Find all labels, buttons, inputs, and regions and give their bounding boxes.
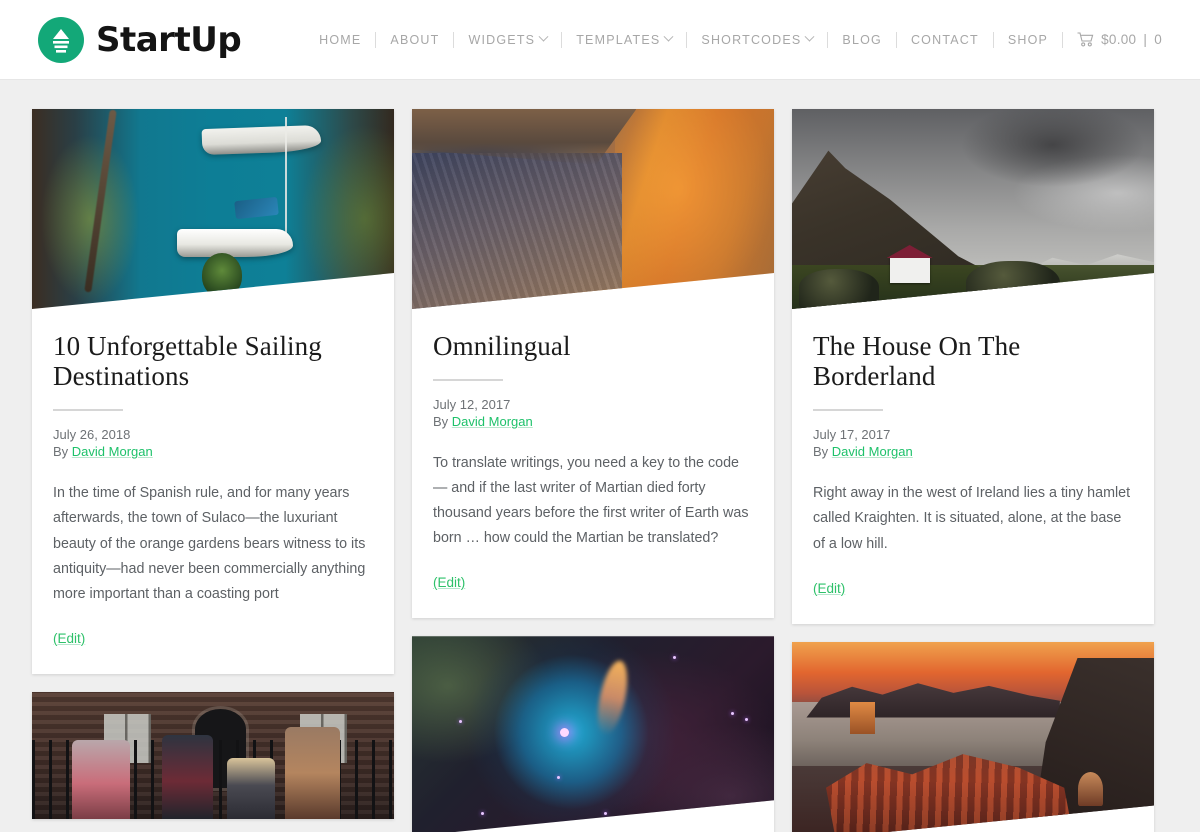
post-thumbnail-nebula[interactable] <box>412 636 774 832</box>
post-card-omnilingual[interactable]: Omnilingual July 12, 2017 By David Morga… <box>412 109 774 619</box>
nav-item-templates[interactable]: TEMPLATES <box>562 31 686 47</box>
author-link[interactable]: David Morgan <box>72 444 153 459</box>
nav-label: SHOP <box>1007 32 1049 47</box>
nav-label: ABOUT <box>390 32 440 47</box>
foliage-branch <box>84 109 117 293</box>
post-body: Omnilingual July 12, 2017 By David Morga… <box>412 309 774 618</box>
by-label: By <box>433 414 449 430</box>
nebula-jet <box>592 658 634 739</box>
white-house <box>889 257 930 283</box>
nav-item-shortcodes[interactable]: SHORTCODES <box>687 31 827 47</box>
chevron-down-icon <box>538 31 549 42</box>
person-1 <box>71 739 130 819</box>
motor-boat <box>201 124 322 156</box>
cart-separator: | <box>1143 32 1148 47</box>
grid-column-3: The House On The Borderland July 17, 201… <box>792 109 1154 832</box>
post-date: July 12, 2017 <box>433 397 511 413</box>
rocket-circle-icon <box>38 16 84 63</box>
nav-label: CONTACT <box>910 32 979 47</box>
star <box>459 720 463 724</box>
post-card-vernazza[interactable] <box>792 641 1154 832</box>
title-divider <box>53 409 123 412</box>
post-card-borderland[interactable]: The House On The Borderland July 17, 201… <box>792 109 1154 624</box>
post-thumbnail-sailing[interactable] <box>32 109 394 309</box>
nav-item-shop[interactable]: SHOP <box>994 33 1062 47</box>
post-author-line: By David Morgan <box>53 444 373 459</box>
post-author-line: By David Morgan <box>433 414 753 429</box>
star <box>603 812 607 816</box>
nav-item-contact[interactable]: CONTACT <box>897 33 993 47</box>
edit-link[interactable]: (Edit) <box>433 575 465 590</box>
cart-summary[interactable]: $0.00 | 0 <box>1063 32 1164 47</box>
nav-label: TEMPLATES <box>576 32 661 47</box>
title-divider <box>813 409 883 412</box>
title-divider <box>433 379 503 382</box>
post-body: 10 Unforgettable Sailing Destinations Ju… <box>32 309 394 674</box>
nav-item-blog[interactable]: BLOG <box>828 33 896 47</box>
grid-column-2: Omnilingual July 12, 2017 By David Morga… <box>412 109 774 832</box>
person-4 <box>285 727 340 819</box>
post-thumbnail-people[interactable] <box>32 691 394 819</box>
person-2 <box>162 734 213 819</box>
post-title[interactable]: 10 Unforgettable Sailing Destinations <box>53 331 373 391</box>
post-excerpt: Right away in the west of Ireland lies a… <box>813 485 1131 552</box>
nav-label: SHORTCODES <box>701 32 802 47</box>
post-date: July 26, 2018 <box>53 427 131 443</box>
cart-amount: $0.00 <box>1101 32 1137 47</box>
post-card-people[interactable] <box>32 691 394 819</box>
main-navigation: HOME ABOUT WIDGETS TEMPLATES SHORTCODES … <box>305 31 1164 48</box>
cart-count: 0 <box>1154 32 1162 47</box>
nav-label: HOME <box>319 32 362 47</box>
post-body: The House On The Borderland July 17, 201… <box>792 309 1154 624</box>
grid-column-1: 10 Unforgettable Sailing Destinations Ju… <box>32 109 394 819</box>
stone-tower <box>849 701 876 734</box>
post-card-sailing[interactable]: 10 Unforgettable Sailing Destinations Ju… <box>32 109 394 674</box>
brand-logo[interactable]: StartUp <box>38 16 242 63</box>
post-excerpt: In the time of Spanish rule, and for man… <box>53 485 366 602</box>
post-title[interactable]: Omnilingual <box>433 331 753 361</box>
star <box>672 656 676 660</box>
star <box>745 718 749 722</box>
furled-sail <box>233 196 279 220</box>
sailboat-hull <box>176 229 293 257</box>
post-author-line: By David Morgan <box>813 444 1133 459</box>
masonry-layout: 10 Unforgettable Sailing Destinations Ju… <box>32 109 1168 832</box>
blog-grid: 10 Unforgettable Sailing Destinations Ju… <box>0 80 1200 832</box>
sailboat-mast <box>285 117 288 241</box>
rock-right <box>965 261 1060 309</box>
nav-item-about[interactable]: ABOUT <box>376 33 453 47</box>
brand-name: StartUp <box>96 19 242 60</box>
church-dome <box>1078 771 1104 806</box>
post-title[interactable]: The House On The Borderland <box>813 331 1133 391</box>
central-star <box>560 728 570 738</box>
nav-item-widgets[interactable]: WIDGETS <box>454 31 561 47</box>
edit-link[interactable]: (Edit) <box>53 631 85 646</box>
by-label: By <box>813 444 829 460</box>
nav-label: BLOG <box>842 32 882 47</box>
post-thumbnail-omnilingual[interactable] <box>412 109 774 309</box>
nav-label: WIDGETS <box>468 32 536 47</box>
post-thumbnail-borderland[interactable] <box>792 109 1154 309</box>
post-thumbnail-vernazza[interactable] <box>792 641 1154 832</box>
person-3 <box>227 757 275 819</box>
sunlit-terrain <box>614 109 774 309</box>
chevron-down-icon <box>663 31 674 42</box>
shopping-cart-icon <box>1077 32 1094 47</box>
star <box>730 712 734 716</box>
site-header: StartUp HOME ABOUT WIDGETS TEMPLATES SHO… <box>0 0 1200 80</box>
rock-left <box>799 269 879 309</box>
star <box>556 776 560 780</box>
crater-slope <box>412 153 622 309</box>
chevron-down-icon <box>804 31 815 42</box>
post-date: July 17, 2017 <box>813 427 891 443</box>
author-link[interactable]: David Morgan <box>452 414 533 429</box>
author-link[interactable]: David Morgan <box>832 444 913 459</box>
post-card-nebula[interactable] <box>412 636 774 832</box>
shore-bush <box>202 253 242 297</box>
post-excerpt: To translate writings, you need a key to… <box>433 455 749 547</box>
edit-link[interactable]: (Edit) <box>813 581 845 596</box>
nav-item-home[interactable]: HOME <box>305 33 375 47</box>
star <box>480 812 484 816</box>
by-label: By <box>53 444 69 460</box>
